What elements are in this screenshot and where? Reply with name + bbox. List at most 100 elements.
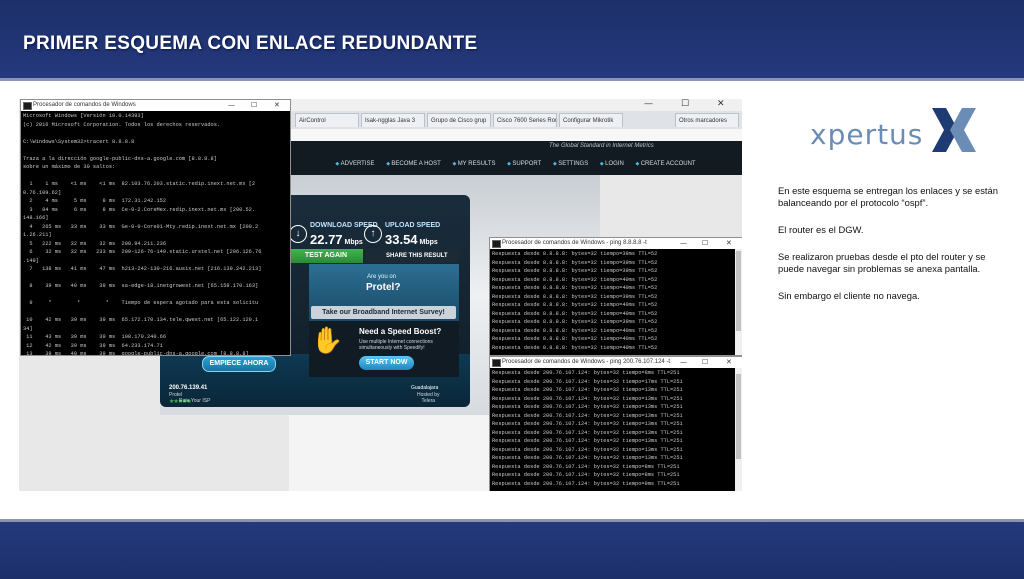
ping-google-maximize-button[interactable]: ☐ <box>702 238 708 249</box>
console-line: Respuesta desde 200.76.107.124: bytes=32… <box>492 455 683 461</box>
upload-arrow-icon: ↑ <box>364 225 382 243</box>
xpertus-logo: xpertus <box>810 104 990 160</box>
site-tagline: The Global Standard in Internet Metrics <box>549 143 654 149</box>
browser-titlebar: — ☐ ✕ <box>289 99 742 111</box>
ping-gateway-scrollbar[interactable] <box>735 368 742 491</box>
client-ip: 200.76.139.41 <box>169 385 208 391</box>
survey-button[interactable]: Take our Broadband Internet Survey! <box>311 306 456 319</box>
minimize-button[interactable]: — <box>644 99 653 109</box>
empiece-ahora-button[interactable]: EMPIECE AHORA <box>202 356 276 372</box>
bookmark-grupo-cisco[interactable]: Grupo de Cisco grup <box>427 113 491 127</box>
console-line: Respuesta desde 8.8.8.8: bytes=32 tiempo… <box>492 327 658 334</box>
console-line: C:\Windows\System32>tracert 8.8.8.8 <box>23 138 135 145</box>
note-4: Sin embargo el cliente no navega. <box>778 290 920 301</box>
boost-title: Need a Speed Boost? <box>359 327 442 336</box>
upload-unit: Mbps <box>419 239 438 246</box>
ping-gateway-close-button[interactable]: ✕ <box>726 357 732 368</box>
console-line: Traza a la dirección google-public-dns-a… <box>23 155 217 162</box>
bookmark-aircontrol[interactable]: AirControl <box>295 113 359 127</box>
console-line: sobre un máximo de 30 saltos: <box>23 164 116 170</box>
ping-google-scrollbar[interactable] <box>735 249 742 355</box>
nav-login[interactable]: LOGIN <box>600 161 624 167</box>
nav-advertise[interactable]: ADVERTISE <box>335 161 374 167</box>
server-city: Guadalajara <box>411 385 439 391</box>
bookmark-isak[interactable]: Isak-ngglas Java 3 <box>361 113 425 127</box>
ping-gateway-console-window[interactable]: Procesador de comandos de Windows - ping… <box>489 356 742 491</box>
console-line: Respuesta desde 200.76.107.124: bytes=32… <box>492 480 680 487</box>
ping-google-close-button[interactable]: ✕ <box>726 238 732 249</box>
console-line: 7 138 ms 41 ms 47 ms h213-242-130-216.au… <box>23 266 262 272</box>
nav-support[interactable]: SUPPORT <box>507 161 541 167</box>
tracert-console-title: Procesador de comandos de Windows <box>33 102 136 108</box>
console-line: Respuesta desde 200.76.107.124: bytes=32… <box>492 421 683 427</box>
tracert-minimize-button[interactable]: — <box>228 100 235 111</box>
ad-question: Are you on <box>367 274 397 280</box>
console-line: Respuesta desde 200.76.107.124: bytes=32… <box>492 404 683 410</box>
download-unit: Mbps <box>344 239 363 246</box>
site-nav: ADVERTISE BECOME A HOST MY RESULTS SUPPO… <box>289 161 742 167</box>
console-line: 6 32 ms 32 ms 233 ms 209-126-76-149.stat… <box>23 249 262 255</box>
console-line: 1 1 ms <1 ms <1 ms 82.103.76.203.static.… <box>23 181 256 187</box>
server-host: Hosted by Telera <box>417 392 440 404</box>
console-line: Respuesta desde 8.8.8.8: bytes=32 tiempo… <box>492 302 658 308</box>
console-line: .149] <box>23 257 39 264</box>
xpertus-x-icon <box>932 108 976 152</box>
ping-google-scroll-thumb[interactable] <box>736 251 741 331</box>
tracert-console-window[interactable]: Procesador de comandos de Windows — ☐ ✕ … <box>20 99 291 356</box>
note-3: Se realizaron pruebas desde el pto del r… <box>778 251 986 274</box>
test-again-button[interactable]: TEST AGAIN <box>289 249 363 263</box>
ping-google-console-window[interactable]: Procesador de comandos de Windows - ping… <box>489 237 742 356</box>
console-line: 34] <box>23 325 33 332</box>
ad-isp-name: Protel? <box>366 282 401 293</box>
note-1: En este esquema se entregan los enlaces … <box>778 185 998 208</box>
console-line: 11 43 ms 39 ms 39 ms 108.170.240.66 <box>23 334 167 340</box>
upload-value: 33.54 <box>385 232 418 247</box>
ping-google-console-title: Procesador de comandos de Windows - ping… <box>502 240 647 246</box>
console-line: Respuesta desde 200.76.107.124: bytes=32… <box>492 395 683 402</box>
bookmark-cisco-7600[interactable]: Cisco 7600 Series Rou <box>493 113 557 127</box>
console-app-icon <box>492 359 501 367</box>
console-line: 4 265 ms 33 ms 33 ms Ge-0-0-Core01-Mty.r… <box>23 223 259 230</box>
upload-speed: ↑ UPLOAD SPEED 33.54 Mbps <box>364 221 454 247</box>
rate-isp-link[interactable]: Rate Your ISP <box>179 398 210 404</box>
start-now-button[interactable]: START NOW <box>359 356 414 370</box>
maximize-button[interactable]: ☐ <box>681 99 689 109</box>
console-line: 0.76.109.62] <box>23 189 62 196</box>
console-line: (c) 2016 Microsoft Corporation. Todos lo… <box>23 121 221 128</box>
console-line: Respuesta desde 200.76.107.124: bytes=32… <box>492 446 683 453</box>
console-line: 9 * * * Tiempo de espera agotado para es… <box>23 300 259 306</box>
close-button[interactable]: ✕ <box>717 99 725 109</box>
note-2: El router es el DGW. <box>778 224 864 235</box>
console-line: 148.166] <box>23 215 49 221</box>
ping-gateway-minimize-button[interactable]: — <box>680 357 687 368</box>
ping-gateway-maximize-button[interactable]: ☐ <box>702 357 708 368</box>
console-line: Respuesta desde 200.76.107.124: bytes=32… <box>492 463 680 470</box>
tracert-close-button[interactable]: ✕ <box>274 100 280 111</box>
console-line: 8 39 ms 40 ms 39 ms sa-edge-18.inetgrowe… <box>23 283 259 289</box>
bookmark-otros[interactable]: Otros marcadores <box>675 113 739 127</box>
console-line: 3 84 ms 6 ms 8 ms Ce-0-2.CoreMex.redip.i… <box>23 206 256 213</box>
tracert-maximize-button[interactable]: ☐ <box>251 100 257 111</box>
nav-create-account[interactable]: CREATE ACCOUNT <box>635 161 695 167</box>
console-line: Respuesta desde 200.76.107.124: bytes=32… <box>492 472 680 478</box>
slide-title: PRIMER ESQUEMA CON ENLACE REDUNDANTE <box>23 33 478 54</box>
ping-gateway-scroll-thumb[interactable] <box>736 374 741 459</box>
nav-settings[interactable]: SETTINGS <box>553 161 588 167</box>
bookmark-mikrotik[interactable]: Configurar Mikrotik <box>559 113 623 127</box>
download-speed: ↓ DOWNLOAD SPEED 22.77 Mbps <box>289 221 378 247</box>
ping-google-minimize-button[interactable]: — <box>680 238 687 249</box>
nav-my-results[interactable]: MY RESULTS <box>452 161 495 167</box>
hand-icon: ✋ <box>311 325 344 355</box>
slide-notes: En este esquema se entregan los enlaces … <box>778 185 1000 317</box>
console-line: Respuesta desde 8.8.8.8: bytes=32 tiempo… <box>492 293 658 300</box>
slide-footer-band <box>0 519 1024 579</box>
share-result-button[interactable]: SHARE THIS RESULT <box>366 249 459 263</box>
nav-become-host[interactable]: BECOME A HOST <box>386 161 441 167</box>
logo-wordmark: xpertus <box>810 118 924 151</box>
download-arrow-icon: ↓ <box>289 225 307 243</box>
console-line: Respuesta desde 8.8.8.8: bytes=32 tiempo… <box>492 285 658 291</box>
tracert-console-output: Microsoft Windows [Versión 10.0.14393] (c… <box>23 112 282 355</box>
upload-value-row: 33.54 Mbps <box>385 232 438 247</box>
